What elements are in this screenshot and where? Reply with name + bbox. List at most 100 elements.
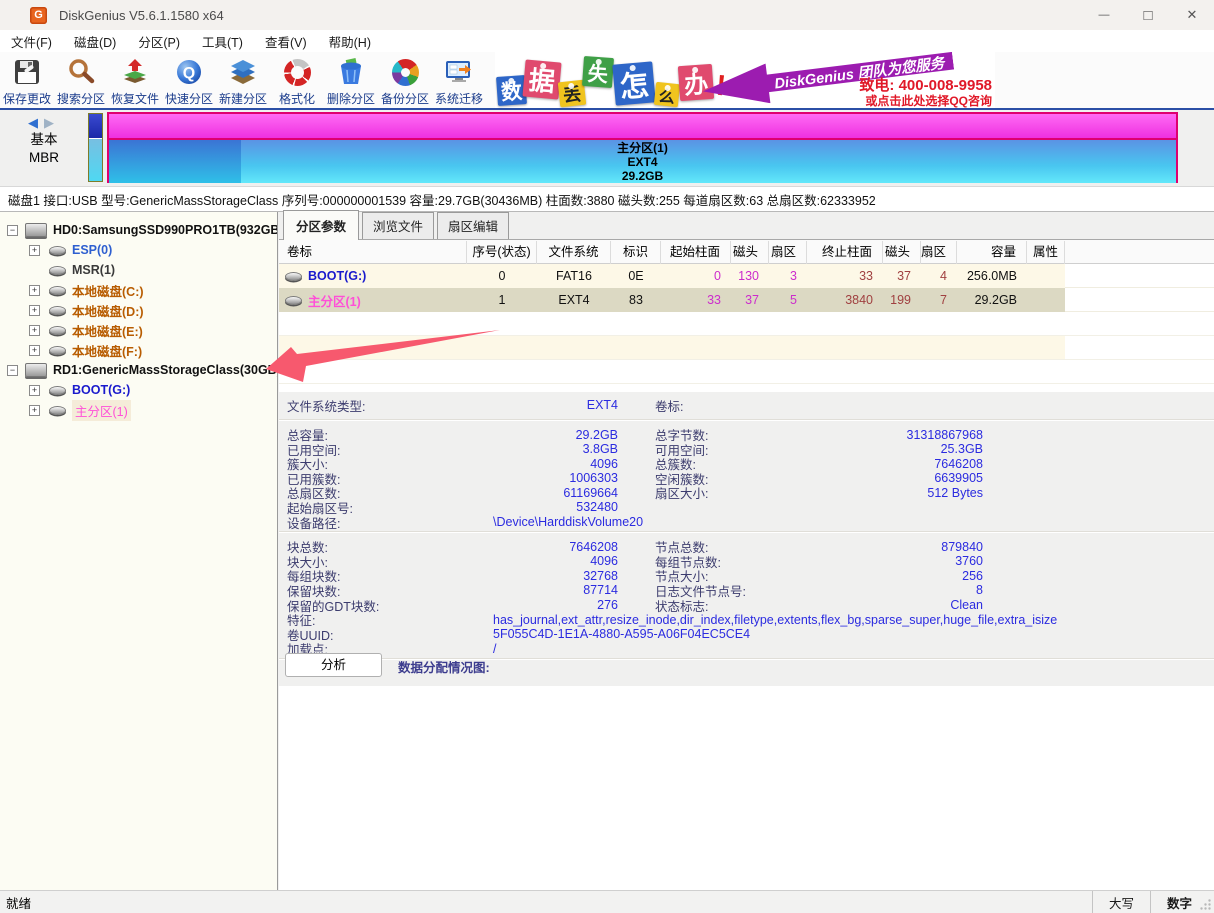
tree-item-label: ESP(0) xyxy=(72,243,113,257)
title-bar: G DiskGenius V5.6.1.1580 x64 xyxy=(0,0,1214,30)
close-icon[interactable] xyxy=(1170,0,1214,30)
allocation-map-area xyxy=(279,686,1214,890)
expand-icon[interactable] xyxy=(29,384,40,396)
disk-nav: ◀▶ 基本 MBR xyxy=(0,110,88,186)
primary-partition-block[interactable]: 主分区(1) EXT4 29.2GB xyxy=(107,112,1178,183)
new-partition-button[interactable]: 新建分区 xyxy=(216,52,270,108)
tree-item-primary-partition[interactable]: 主分区(1) xyxy=(0,399,277,421)
tab-sector-edit[interactable]: 扇区编辑 xyxy=(437,212,510,239)
system-migration-icon xyxy=(443,55,475,89)
tree-item-hd0[interactable]: HD0:SamsungSSD990PRO1TB(932GB) xyxy=(0,220,277,240)
backup-partition-icon xyxy=(389,55,421,89)
primary-partition-label: 主分区(1) EXT4 29.2GB xyxy=(617,140,668,183)
partition-icon xyxy=(49,405,66,415)
collapse-icon[interactable] xyxy=(7,224,18,236)
backup-partition-button[interactable]: 备份分区 xyxy=(378,52,432,108)
tree-item-boot-g[interactable]: BOOT(G:) xyxy=(0,380,277,400)
tree-item-msr[interactable]: MSR(1) xyxy=(0,260,277,280)
new-partition-icon xyxy=(227,55,259,89)
prev-disk-icon[interactable]: ◀ xyxy=(28,115,44,130)
tree-item-label: HD0:SamsungSSD990PRO1TB(932GB) xyxy=(53,223,278,237)
format-button[interactable]: 格式化 xyxy=(270,52,324,108)
divider xyxy=(279,419,1214,421)
table-empty-row xyxy=(279,312,1214,336)
svg-text:Q: Q xyxy=(183,65,195,82)
tree-item-label: 主分区(1) xyxy=(72,399,131,421)
ad-banner[interactable]: 数 据 丢 失 怎 么 办 ! DiskGenius 团队为您服务 致电: 40… xyxy=(495,52,995,108)
disk-icon xyxy=(25,223,47,237)
disk-icon xyxy=(25,363,47,377)
banner-qq-link[interactable]: 或点击此处选择QQ咨询 xyxy=(865,92,992,108)
window-title: DiskGenius V5.6.1.1580 x64 xyxy=(59,7,224,23)
analyze-row: 分析 数据分配情况图: xyxy=(279,650,1214,686)
disk-nav-basic-label: 基本 xyxy=(30,132,58,147)
save-icon xyxy=(11,55,43,89)
menu-disk[interactable]: 磁盘(D) xyxy=(63,32,127,51)
expand-icon[interactable] xyxy=(29,344,40,356)
expand-icon[interactable] xyxy=(29,324,40,336)
table-header: 卷标 序号(状态) 文件系统 标识 起始柱面 磁头 扇区 终止柱面 磁头 扇区 … xyxy=(279,240,1214,264)
save-changes-button[interactable]: 保存更改 xyxy=(0,52,54,108)
tab-partition-params[interactable]: 分区参数 xyxy=(283,210,360,240)
tree-item-esp[interactable]: ESP(0) xyxy=(0,240,277,260)
tree-item-label: 本地磁盘(E:) xyxy=(72,324,143,339)
partition-graph-panel: ◀▶ 基本 MBR 主分区(1) EXT4 29.2GB xyxy=(0,110,1214,186)
quick-partition-icon: Q xyxy=(173,55,205,89)
toolbar: 保存更改 搜索分区 恢复文件 Q 快速分区 新建分区 格式化 删除分区 备份分区… xyxy=(0,52,1214,110)
disk-info-text: 磁盘1 接口:USB 型号:GenericMassStorageClass 序列… xyxy=(8,193,876,208)
primary-partition-band xyxy=(109,114,1176,140)
tree-item-rd1[interactable]: RD1:GenericMassStorageClass(30GB) xyxy=(0,360,277,380)
tree-item-local-f[interactable]: 本地磁盘(F:) xyxy=(0,340,277,360)
tree-item-local-e[interactable]: 本地磁盘(E:) xyxy=(0,320,277,340)
quick-partition-button[interactable]: Q 快速分区 xyxy=(162,52,216,108)
menu-file[interactable]: 文件(F) xyxy=(0,32,63,51)
expand-icon[interactable] xyxy=(29,244,40,256)
disk-graph: 主分区(1) EXT4 29.2GB xyxy=(88,112,1180,184)
expand-icon[interactable] xyxy=(29,304,40,316)
tree-item-label: BOOT(G:) xyxy=(72,383,131,397)
table-row[interactable]: BOOT(G:) 0 FAT16 0E 0 130 3 33 37 4 256.… xyxy=(279,264,1214,288)
partition-icon xyxy=(285,271,302,281)
app-icon: G xyxy=(30,6,47,24)
tree-item-label: RD1:GenericMassStorageClass(30GB) xyxy=(53,363,278,377)
filesystem-details: 文件系统类型: EXT4 卷标: 总容量: 29.2GB 总字节数: 31318867… xyxy=(279,392,1214,660)
delete-partition-button[interactable]: 删除分区 xyxy=(324,52,378,108)
tree-item-local-d[interactable]: 本地磁盘(D:) xyxy=(0,300,277,320)
collapse-icon[interactable] xyxy=(7,364,18,376)
menu-help[interactable]: 帮助(H) xyxy=(318,32,382,51)
menu-tools[interactable]: 工具(T) xyxy=(191,32,254,51)
search-partition-button[interactable]: 搜索分区 xyxy=(54,52,108,108)
status-bar: 就绪 大写 数字 xyxy=(0,890,1214,913)
expand-icon[interactable] xyxy=(29,404,40,416)
table-empty-row xyxy=(279,336,1214,360)
status-text: 就绪 xyxy=(6,896,32,911)
menu-partition[interactable]: 分区(P) xyxy=(127,32,191,51)
banner-tile: 么 xyxy=(653,81,681,108)
boot-partition-block[interactable] xyxy=(88,113,103,182)
next-disk-icon[interactable]: ▶ xyxy=(44,115,60,130)
menu-view[interactable]: 查看(V) xyxy=(254,32,318,51)
tab-browse-files[interactable]: 浏览文件 xyxy=(362,212,435,239)
minimize-icon[interactable] xyxy=(1082,0,1126,30)
tree-item-label: 本地磁盘(D:) xyxy=(72,304,144,319)
system-migration-button[interactable]: 系统迁移 xyxy=(432,52,486,108)
banner-tile: 据 xyxy=(522,59,562,100)
partition-icon xyxy=(49,245,66,255)
analyze-button[interactable]: 分析 xyxy=(285,653,382,677)
boot-partition-band xyxy=(89,114,102,139)
recover-files-icon xyxy=(119,55,151,89)
banner-tile: 失 xyxy=(581,55,615,89)
tree-item-label: 本地磁盘(C:) xyxy=(72,284,144,299)
partition-tree: HD0:SamsungSSD990PRO1TB(932GB) ESP(0) MS… xyxy=(0,212,278,890)
tree-item-local-c[interactable]: 本地磁盘(C:) xyxy=(0,280,277,300)
maximize-icon[interactable] xyxy=(1126,0,1170,30)
expand-icon[interactable] xyxy=(29,284,40,296)
table-row-selected[interactable]: 主分区(1) 1 EXT4 83 33 37 5 3840 199 7 29.2… xyxy=(279,288,1214,312)
disk-info-bar: 磁盘1 接口:USB 型号:GenericMassStorageClass 序列… xyxy=(0,186,1214,212)
banner-tile: 办 xyxy=(677,63,715,102)
partition-icon xyxy=(49,325,66,335)
resize-grip-icon[interactable] xyxy=(1199,898,1212,911)
tree-item-label: MSR(1) xyxy=(72,263,116,277)
partition-icon xyxy=(49,285,66,295)
recover-files-button[interactable]: 恢复文件 xyxy=(108,52,162,108)
